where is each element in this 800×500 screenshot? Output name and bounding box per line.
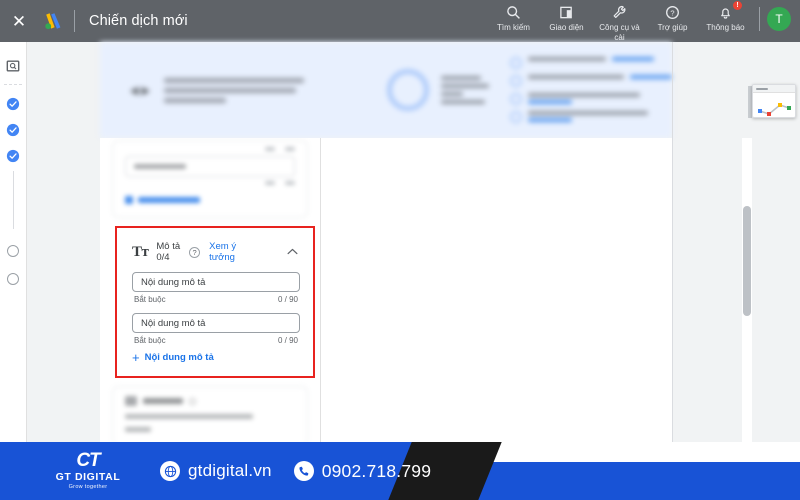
- toolbar-notifications-label: Thông báo: [706, 23, 745, 32]
- page-title: Chiến dịch mới: [89, 13, 188, 29]
- description-card: Tт Mô tả 0/4 ? Xem ý tưởng Nội dung mô t…: [120, 231, 312, 375]
- step-rail: [0, 42, 26, 442]
- toolbar-appearance-label: Giao diện: [549, 23, 584, 32]
- footer-content: CT GT DIGITAL Grow together gtdigital.vn…: [0, 442, 470, 500]
- logo-mark: CT: [76, 450, 100, 471]
- sidebar-step-5[interactable]: [7, 273, 19, 285]
- sidebar-step-2[interactable]: [6, 123, 20, 137]
- description-input-2-placeholder: Nội dung mô tả: [141, 317, 206, 329]
- description-required-1: Bắt buộc: [134, 295, 166, 304]
- description-input-1-placeholder: Nội dung mô tả: [141, 276, 206, 288]
- thumbnail-url-bar: [753, 85, 795, 93]
- help-circle-icon[interactable]: ?: [189, 246, 201, 258]
- toolbar-help[interactable]: ? Trợ giúp: [646, 2, 699, 42]
- banner-prev-icon: ◀ ▶: [130, 84, 150, 97]
- top-bar-actions: Tìm kiếm Giao diện Công cụ và cài ? Trợ …: [487, 0, 800, 44]
- gt-digital-logo: CT GT DIGITAL Grow together: [38, 450, 138, 490]
- logo-tagline: Grow together: [68, 484, 108, 490]
- toolbar-search[interactable]: Tìm kiếm: [487, 2, 540, 42]
- description-input-2[interactable]: Nội dung mô tả: [132, 313, 300, 333]
- google-ads-logo: [38, 0, 68, 42]
- footer-website-label: gtdigital.vn: [188, 461, 272, 480]
- thumbnail-chart: [753, 93, 795, 117]
- list-item: [510, 75, 672, 87]
- toolbar-notifications[interactable]: ! Thông báo: [699, 1, 752, 42]
- sidebar-step-4[interactable]: [7, 245, 19, 257]
- headline-card: [112, 140, 308, 218]
- circle-icon: [510, 93, 522, 105]
- description-counter: 0/4: [156, 252, 170, 263]
- list-item: [510, 111, 672, 123]
- footer-website[interactable]: gtdigital.vn: [160, 461, 272, 481]
- phone-icon: [293, 461, 314, 481]
- rail-divider: [4, 84, 22, 85]
- toolbar-search-label: Tìm kiếm: [497, 23, 530, 32]
- close-icon[interactable]: ✕: [0, 0, 38, 42]
- help-circle-icon: [189, 397, 196, 405]
- footer-phone-label: 0902.718.799: [321, 460, 432, 481]
- footer-phone[interactable]: 0902.718.799: [293, 460, 432, 482]
- view-ideas-link[interactable]: Xem ý tưởng: [209, 241, 251, 263]
- layout-icon: [559, 4, 574, 21]
- toolbar-tools-settings-label: Công cụ và cài: [599, 23, 640, 42]
- circle-icon: [510, 111, 522, 123]
- logo-name: GT DIGITAL: [55, 471, 121, 483]
- title-divider: [74, 10, 75, 32]
- toolbar-appearance[interactable]: Giao diện: [540, 2, 593, 42]
- rail-search-icon[interactable]: [6, 58, 21, 73]
- description-charcount-1: 0 / 90: [277, 295, 298, 304]
- sidebar-step-1[interactable]: [6, 97, 20, 111]
- add-description-label: Nội dung mô tả: [144, 352, 214, 363]
- description-title: Mô tả: [156, 241, 181, 252]
- banner-suggestion-list: [510, 57, 672, 123]
- chart-preview-thumbnail[interactable]: [752, 84, 796, 118]
- globe-icon: [160, 461, 180, 481]
- description-charcount-2: 0 / 90: [277, 336, 298, 345]
- sidebar-step-3[interactable]: [6, 149, 20, 163]
- brand-footer: CT GT DIGITAL Grow together gtdigital.vn…: [0, 442, 800, 500]
- avatar-divider: [759, 7, 760, 31]
- list-item: [510, 93, 672, 105]
- vertical-scrollbar[interactable]: [743, 206, 751, 316]
- description-title-block: Mô tả 0/4: [156, 241, 180, 263]
- bell-icon: [718, 4, 733, 21]
- pane-divider: [672, 42, 673, 442]
- toolbar-tools-settings[interactable]: Công cụ và cài: [593, 2, 646, 42]
- list-item: [510, 57, 672, 69]
- banner-intro: ◀ ▶: [100, 77, 387, 103]
- description-card-header: Tт Mô tả 0/4 ? Xem ý tưởng: [132, 241, 300, 263]
- add-row[interactable]: [125, 196, 295, 204]
- rail-edge: [26, 42, 27, 442]
- search-icon: [506, 4, 521, 21]
- text-format-icon: Tт: [132, 243, 149, 260]
- banner-intro-text: [163, 77, 304, 103]
- image-icon: [125, 396, 137, 406]
- svg-text:?: ?: [670, 9, 674, 18]
- rail-connector: [12, 171, 14, 229]
- description-card-highlight: Tт Mô tả 0/4 ? Xem ý tưởng Nội dung mô t…: [115, 226, 315, 378]
- circle-icon: [510, 57, 522, 69]
- toolbar-help-label: Trợ giúp: [657, 23, 688, 32]
- notification-badge: !: [733, 1, 742, 10]
- wrench-icon: [612, 4, 627, 21]
- banner-score-text: [441, 76, 496, 104]
- guidance-banner: ◀ ▶: [100, 42, 672, 138]
- description-meta-1: Bắt buộc 0 / 90: [132, 295, 300, 304]
- text-input[interactable]: [125, 156, 295, 177]
- description-meta-2: Bắt buộc 0 / 90: [132, 336, 300, 345]
- help-icon: ?: [665, 4, 680, 21]
- circle-icon: [510, 75, 522, 87]
- banner-progress-ring: [387, 69, 430, 111]
- avatar[interactable]: T: [767, 7, 791, 31]
- description-required-2: Bắt buộc: [134, 336, 166, 345]
- add-description-button[interactable]: + Nội dung mô tả: [132, 349, 300, 365]
- plus-icon: +: [132, 349, 140, 365]
- chevron-up-icon[interactable]: [287, 247, 300, 258]
- sitelink-card: [112, 386, 308, 442]
- top-app-bar: ✕ Chiến dịch mới Tìm kiếm Giao diện Công…: [0, 0, 800, 42]
- right-pane: [321, 138, 672, 442]
- description-input-1[interactable]: Nội dung mô tả: [132, 272, 300, 292]
